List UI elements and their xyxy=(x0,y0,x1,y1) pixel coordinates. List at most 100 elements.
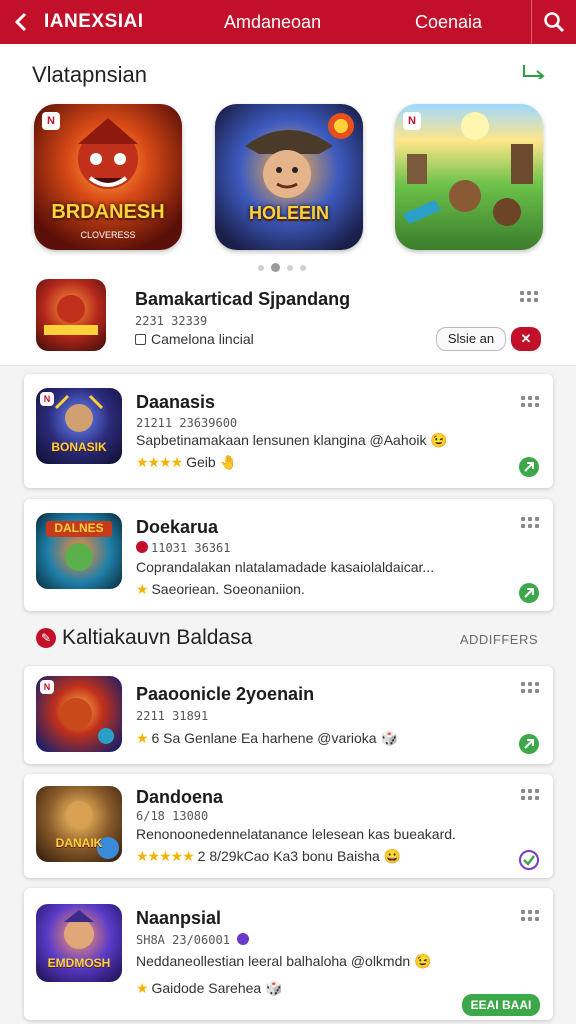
share-button[interactable]: Slsie an xyxy=(436,327,506,351)
star-rating: ★ xyxy=(136,980,149,996)
item-meta: 6/18 13080 xyxy=(136,809,209,823)
carousel-dot-active[interactable] xyxy=(271,263,280,272)
item-sub: Camelona lincial xyxy=(135,331,254,347)
featured-tile-2-caption: HOLEEIN xyxy=(248,203,329,223)
item-rating: ★★★★ Geib 🤚 xyxy=(136,454,237,471)
game-character-icon xyxy=(78,118,138,189)
check-icon xyxy=(523,855,535,866)
item-title: Paaoonicle 2yoenain xyxy=(136,684,315,704)
icon-caption: DANAIK xyxy=(55,836,103,850)
featured-tile-1-caption: BRDANESH xyxy=(51,201,165,223)
more-options-icon[interactable] xyxy=(521,517,539,528)
install-button[interactable] xyxy=(519,457,539,477)
back-arrow-icon xyxy=(14,12,27,32)
app-icon xyxy=(36,279,106,351)
app-card[interactable]: N Paaoonicle 2yoenain 2211 31891 ★ 6 Sa … xyxy=(24,666,553,764)
item-rating: ★ Gaidode Sarehea 🎲 xyxy=(136,980,283,997)
category-see-all-link[interactable]: ADDIFFERS xyxy=(460,632,538,647)
featured-section: Vlatapnsian N BRDANESH CLOVERESS HOLEEIN… xyxy=(0,44,576,276)
emoji-icon: 🎲 xyxy=(380,730,398,746)
carousel-dot[interactable] xyxy=(258,264,264,271)
game-character-icon xyxy=(245,113,354,198)
more-options-icon[interactable] xyxy=(521,396,539,407)
get-button[interactable]: EEAI BAAI xyxy=(462,994,540,1016)
app-icon: N BONASIK xyxy=(36,388,122,464)
app-card[interactable]: DANAIK Dandoena 6/18 13080 Renonoonedenn… xyxy=(24,774,553,878)
item-sub-text: Camelona lincial xyxy=(151,331,254,347)
install-button[interactable] xyxy=(519,583,539,603)
featured-tile-1-sub: CLOVERESS xyxy=(80,230,136,240)
badge-icon xyxy=(237,933,250,945)
app-icon: EMDMOSH xyxy=(36,904,122,982)
app-title: IANEXSIAI xyxy=(44,11,144,32)
app-card[interactable]: N BONASIK Daanasis 21211 23639600 Sapbet… xyxy=(24,374,553,488)
icon-caption: BONASIK xyxy=(51,440,107,454)
n-badge-icon: N xyxy=(40,392,54,406)
emoji-icon: 😀 xyxy=(383,848,402,864)
see-all-arrow-icon[interactable] xyxy=(522,63,546,84)
app-card[interactable]: DALNES Doekarua 11031 36361 Coprandalaka… xyxy=(24,499,553,611)
tab-right[interactable]: Coenaia xyxy=(409,12,531,33)
more-options-icon[interactable] xyxy=(520,291,538,302)
emoji-icon: 😉 xyxy=(414,953,432,969)
icon-caption: DALNES xyxy=(54,521,104,535)
item-meta: SH8A 23/06001 xyxy=(136,933,250,947)
more-options-icon[interactable] xyxy=(521,789,539,800)
carousel-dot[interactable] xyxy=(287,264,293,271)
item-meta: 21211 23639600 xyxy=(136,416,238,430)
star-rating: ★ xyxy=(136,581,149,597)
item-rating: ★ Saeoriean. Soeonaniion. xyxy=(136,581,305,598)
back-button[interactable] xyxy=(0,0,44,44)
featured-tile-1[interactable]: N BRDANESH CLOVERESS xyxy=(34,104,182,250)
list-item[interactable]: Bamakarticad Sjpandang 2231 32339 Camelo… xyxy=(0,276,576,366)
close-icon: ✕ xyxy=(520,331,532,346)
item-title: Bamakarticad Sjpandang xyxy=(135,289,351,309)
more-options-icon[interactable] xyxy=(521,682,539,693)
carousel-dots[interactable] xyxy=(258,263,306,272)
featured-tile-3[interactable]: N xyxy=(395,104,543,250)
item-desc-text: Neddaneollestian leeral balhaloha @olkmd… xyxy=(136,953,411,969)
item-desc: Renonoonedennelatanance lelesean kas bue… xyxy=(136,826,496,842)
star-rating: ★★★★ xyxy=(136,454,183,470)
item-meta-text: SH8A 23/06001 xyxy=(136,933,230,947)
search-button[interactable] xyxy=(531,0,576,44)
tab-center[interactable]: Amdaneoan xyxy=(224,12,409,33)
rating-text: 2 8/29kCao Ka3 bonu Baisha xyxy=(197,848,380,864)
item-meta: 2231 32339 xyxy=(135,314,208,328)
n-badge-icon: N xyxy=(40,680,54,694)
emoji-icon: 🎲 xyxy=(265,980,283,996)
app-icon: DANAIK xyxy=(36,786,122,862)
icon-caption: EMDMOSH xyxy=(47,956,111,970)
item-meta: 11031 36361 xyxy=(136,541,230,555)
check-button[interactable] xyxy=(519,850,539,870)
item-title: Daanasis xyxy=(136,392,216,412)
star-rating: ★★★★★ xyxy=(136,848,195,864)
item-title: Dandoena xyxy=(136,787,224,807)
top-bar: IANEXSIAI Amdaneoan Coenaia xyxy=(0,0,576,44)
close-button[interactable]: ✕ xyxy=(511,327,541,351)
rating-text: Gaidode Sarehea xyxy=(151,980,262,996)
rating-text: Saeoriean. Soeonaniion. xyxy=(151,581,305,597)
category-title: Kaltiakauvn Baldasa xyxy=(62,626,253,649)
item-desc: Sapbetinamakaan lensunen klangina @Aahoi… xyxy=(136,432,476,449)
app-card[interactable]: EMDMOSH Naanpsial SH8A 23/06001 Neddaneo… xyxy=(24,888,553,1020)
install-button[interactable] xyxy=(519,734,539,754)
featured-tile-2[interactable]: HOLEEIN xyxy=(215,104,363,250)
carousel-dot[interactable] xyxy=(300,264,306,271)
search-icon xyxy=(544,12,565,33)
item-desc: Coprandalakan nlatalamadade kasaiolaldai… xyxy=(136,559,508,575)
warning-icon xyxy=(136,541,148,553)
item-desc: Neddaneollestian leeral balhaloha @olkmd… xyxy=(136,953,496,970)
game-scene-icon xyxy=(403,112,533,226)
item-desc-text: Coprandalakan nlatalamadade kasaiolaldai… xyxy=(136,559,435,575)
rating-text: 6 Sa Genlane Ea harhene @varioka xyxy=(151,730,377,746)
item-meta-text: 11031 36361 xyxy=(151,541,231,555)
category-icon: ✎ xyxy=(36,628,56,648)
item-rating: ★ 6 Sa Genlane Ea harhene @varioka 🎲 xyxy=(136,730,398,747)
install-icon xyxy=(524,588,534,598)
item-desc-text: Sapbetinamakaan lensunen klangina @Aahoi… xyxy=(136,432,427,448)
install-icon xyxy=(524,739,534,749)
app-icon: N xyxy=(36,676,122,752)
emoji-icon: 🤚 xyxy=(219,454,237,470)
more-options-icon[interactable] xyxy=(521,910,539,921)
